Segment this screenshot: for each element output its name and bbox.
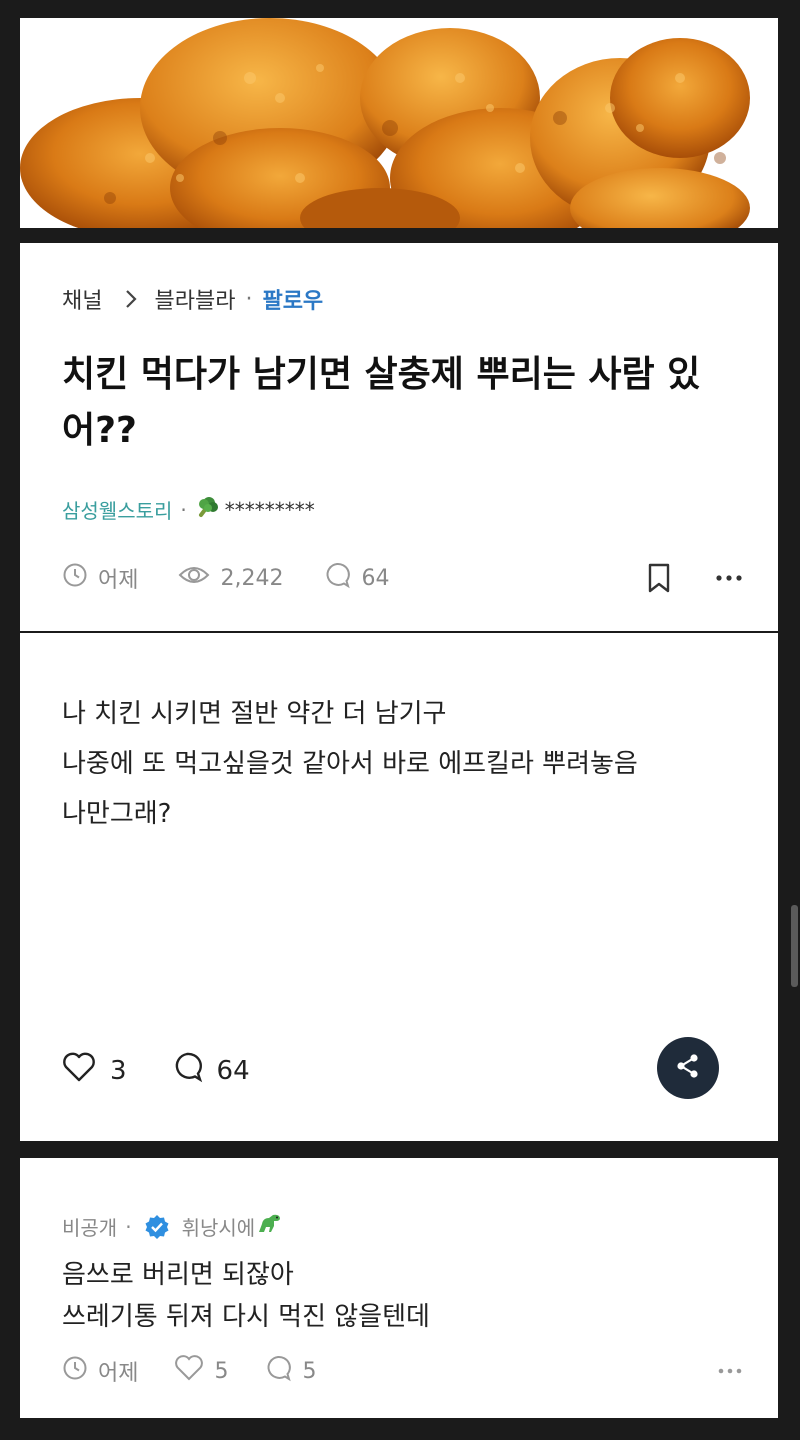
post-body-card: 나 치킨 시키면 절반 약간 더 남기구 나중에 또 먹고싶을것 같아서 바로 …: [20, 633, 778, 1141]
post-views: 2,242: [178, 563, 283, 593]
comment-reply-button[interactable]: 5: [264, 1354, 316, 1388]
broccoli-icon: [195, 495, 221, 524]
comment-visibility: 비공개: [62, 1216, 118, 1240]
follow-button[interactable]: 팔로우: [262, 283, 323, 315]
post-content-line: 나 치킨 시키면 절반 약간 더 남기구: [62, 699, 447, 729]
post-content: 나 치킨 시키면 절반 약간 더 남기구 나중에 또 먹고싶을것 같아서 바로 …: [62, 689, 638, 839]
separator-dot: ·: [125, 1214, 132, 1239]
share-button[interactable]: [657, 1037, 719, 1099]
verified-badge-icon: [144, 1214, 170, 1240]
comment-like-button[interactable]: 5: [174, 1355, 228, 1387]
comment-line: 음쓰로 버리면 되잖아: [62, 1260, 294, 1290]
bookmark-icon[interactable]: [646, 562, 672, 594]
post-comment-count-label: 64: [361, 565, 390, 591]
eye-icon: [178, 563, 220, 593]
author-masked-name: *********: [224, 497, 315, 522]
comment-header: 비공개 · 휘낭시에: [62, 1212, 283, 1241]
comment-time-label: 어제: [98, 1361, 139, 1386]
comment-bubble-icon: [171, 1051, 217, 1090]
clock-icon: [62, 562, 98, 594]
post-meta: 어제 2,242 64: [62, 558, 742, 598]
comment-text: 음쓰로 버리면 되잖아 쓰레기통 뒤져 다시 먹진 않을텐데: [62, 1254, 430, 1338]
post-author: 삼성웰스토리 · *********: [62, 495, 315, 524]
comment-button[interactable]: 64: [171, 1051, 250, 1090]
breadcrumb-channel[interactable]: 채널: [62, 283, 102, 315]
breadcrumb: 채널 블라블라 · 팔로우: [62, 283, 323, 315]
post-views-count: 2,242: [220, 565, 284, 591]
comment-time: 어제: [62, 1355, 138, 1387]
comment-card: 비공개 · 휘낭시에 음쓰로 버리면 되잖아 쓰레기통 뒤져 다시 먹진 않을텐…: [20, 1158, 778, 1418]
comment-nickname[interactable]: 휘낭시에: [182, 1212, 256, 1241]
post-reactions: 3 64: [62, 1051, 294, 1090]
separator-dot: ·: [180, 497, 187, 522]
chevron-right-icon: [124, 289, 138, 309]
comment-reply-count: 5: [302, 1358, 317, 1384]
heart-icon: [174, 1355, 214, 1387]
comment-meta: 어제 5 5: [62, 1354, 742, 1388]
more-options-icon[interactable]: [718, 1367, 742, 1375]
comment-line: 쓰레기통 뒤져 다시 먹진 않을텐데: [62, 1302, 430, 1332]
clock-icon: [62, 1355, 98, 1387]
more-options-icon[interactable]: [716, 574, 742, 582]
comment-bubble-icon: [323, 561, 361, 595]
like-count: 3: [110, 1055, 127, 1086]
breadcrumb-board[interactable]: 블라블라: [154, 283, 235, 315]
comment-bubble-icon: [264, 1354, 302, 1388]
post-title: 치킨 먹다가 남기면 살충제 뿌리는 사람 있어??: [62, 354, 701, 451]
dinosaur-icon: [255, 1212, 283, 1241]
separator-dot: ·: [245, 286, 253, 312]
post-comment-count: 64: [323, 561, 389, 595]
post-time: 어제: [62, 562, 138, 594]
comment-like-count: 5: [214, 1358, 229, 1384]
comment-count: 64: [216, 1055, 250, 1086]
fried-chicken-image: [20, 18, 778, 228]
post-header-card: 채널 블라블라 · 팔로우 치킨 먹다가 남기면 살충제 뿌리는 사람 있어??…: [20, 243, 778, 631]
hero-image: [20, 18, 778, 228]
heart-icon: [62, 1052, 110, 1089]
share-icon: [674, 1052, 702, 1084]
post-content-line: 나중에 또 먹고싶을것 같아서 바로 에프킬라 뿌려놓음: [62, 749, 638, 779]
like-button[interactable]: 3: [62, 1052, 127, 1089]
post-content-line: 나만그래?: [62, 799, 172, 829]
author-company[interactable]: 삼성웰스토리: [62, 495, 172, 524]
scrollbar-thumb[interactable]: [791, 905, 798, 987]
post-time-label: 어제: [98, 568, 139, 593]
